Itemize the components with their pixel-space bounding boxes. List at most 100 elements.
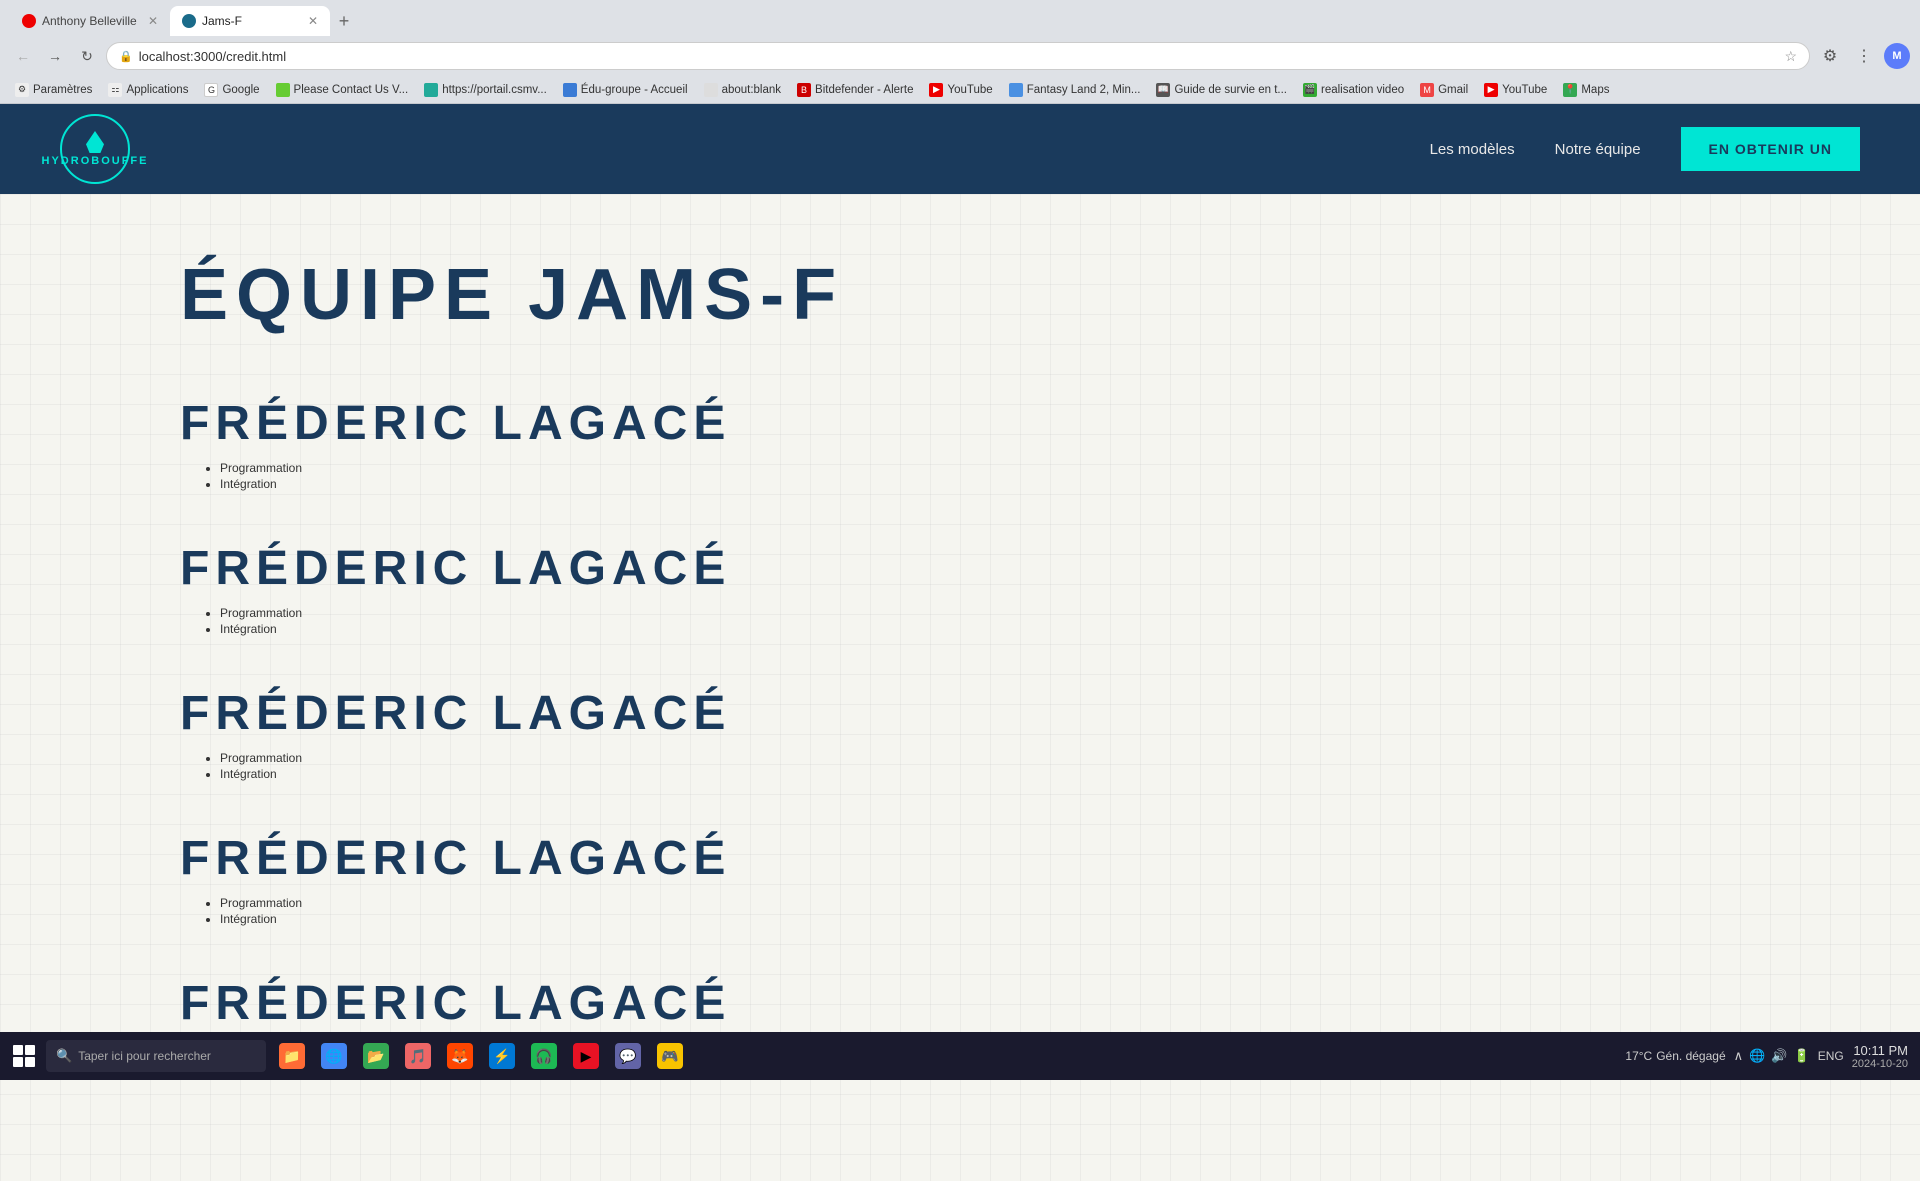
taskbar-app-3[interactable]: 📂	[356, 1036, 396, 1076]
bookmark-bitdefender[interactable]: B Bitdefender - Alerte	[790, 81, 920, 99]
member-name-4: FRÉDERIC LAGACÉ	[180, 831, 1740, 886]
member-name-2: FRÉDERIC LAGACÉ	[180, 541, 1740, 596]
weather-info: 17°C Gén. dégagé	[1625, 1049, 1725, 1063]
bookmark-icon-bitdefender: B	[797, 83, 811, 97]
bookmark-edu[interactable]: Édu-groupe - Accueil	[556, 81, 695, 99]
bookmark-label-about: about:blank	[722, 84, 781, 96]
bookmark-guide[interactable]: 📖 Guide de survie en t...	[1149, 81, 1294, 99]
logo-area[interactable]: HYDROBOUFFE	[60, 114, 130, 184]
tab-close-jams[interactable]: ✕	[308, 14, 318, 28]
bookmark-icon-fantasy	[1009, 83, 1023, 97]
bookmark-about[interactable]: about:blank	[697, 81, 788, 99]
bookmark-portail[interactable]: https://portail.csmv...	[417, 81, 554, 99]
bookmark-icon-realisation: 🎬	[1303, 83, 1317, 97]
volume-icon[interactable]: 🔊	[1771, 1048, 1787, 1064]
system-tray: ∧ 🌐 🔊 🔋	[1734, 1048, 1810, 1064]
nav-link-team[interactable]: Notre équipe	[1555, 141, 1641, 158]
tab-anthony[interactable]: Anthony Belleville ✕	[10, 6, 170, 36]
bookmark-icon-gmail: M	[1420, 83, 1434, 97]
tray-up-icon[interactable]: ∧	[1734, 1048, 1744, 1064]
taskbar-app-6[interactable]: ⚡	[482, 1036, 522, 1076]
bookmark-label-gmail: Gmail	[1438, 84, 1468, 96]
tab-label-jams: Jams-F	[202, 14, 242, 28]
bookmark-label-guide: Guide de survie en t...	[1174, 84, 1287, 96]
tab-jams[interactable]: Jams-F ✕	[170, 6, 330, 36]
bookmark-maps[interactable]: 📍 Maps	[1556, 81, 1616, 99]
member-role-3-1: Intégration	[220, 767, 1740, 781]
bookmark-yt1[interactable]: ▶ YouTube	[922, 81, 999, 99]
bookmark-fantasy[interactable]: Fantasy Land 2, Min...	[1002, 81, 1148, 99]
bookmark-applications[interactable]: ⚏ Applications	[101, 81, 195, 99]
logo-text: HYDROBOUFFE	[42, 155, 149, 167]
taskbar-app-9[interactable]: 💬	[608, 1036, 648, 1076]
taskbar-app-icon-1: 📁	[279, 1043, 305, 1069]
back-button[interactable]: ←	[10, 43, 36, 69]
weather-desc: Gén. dégagé	[1656, 1049, 1725, 1063]
date-display: 2024-10-20	[1852, 1058, 1908, 1070]
bookmark-gmail[interactable]: M Gmail	[1413, 81, 1475, 99]
forward-button[interactable]: →	[42, 43, 68, 69]
taskbar-app-5[interactable]: 🦊	[440, 1036, 480, 1076]
address-bar[interactable]: 🔒 localhost:3000/credit.html ☆	[106, 42, 1810, 70]
taskbar-app-7[interactable]: 🎧	[524, 1036, 564, 1076]
network-icon[interactable]: 🌐	[1749, 1048, 1765, 1064]
taskbar-app-10[interactable]: 🎮	[650, 1036, 690, 1076]
taskbar-app-icon-6: ⚡	[489, 1043, 515, 1069]
profile-button[interactable]: M	[1884, 43, 1910, 69]
bookmark-label-please: Please Contact Us V...	[294, 84, 409, 96]
taskbar-app-icon-3: 📂	[363, 1043, 389, 1069]
member-role-4-0: Programmation	[220, 896, 1740, 910]
bookmark-icon-about	[704, 83, 718, 97]
member-name-3: FRÉDERIC LAGACÉ	[180, 686, 1740, 741]
taskbar-app-4[interactable]: 🎵	[398, 1036, 438, 1076]
time-display: 10:11 PM	[1852, 1043, 1908, 1058]
tab-favicon-jams	[182, 14, 196, 28]
more-options-icon[interactable]: ⋮	[1850, 42, 1878, 70]
tab-close-anthony[interactable]: ✕	[148, 14, 158, 28]
taskbar-app-1[interactable]: 📁	[272, 1036, 312, 1076]
bookmark-label-realisation: realisation video	[1321, 84, 1404, 96]
lock-icon: 🔒	[119, 50, 133, 63]
taskbar-search[interactable]: 🔍 Taper ici pour rechercher	[46, 1040, 266, 1072]
bookmark-label-bitdefender: Bitdefender - Alerte	[815, 84, 913, 96]
member-roles-4: Programmation Intégration	[180, 896, 1740, 926]
bookmark-star-icon: ☆	[1784, 48, 1797, 65]
member-roles-1: Programmation Intégration	[180, 461, 1740, 491]
nav-link-models[interactable]: Les modèles	[1430, 141, 1515, 158]
bookmark-please[interactable]: Please Contact Us V...	[269, 81, 416, 99]
page-title: ÉQUIPE JAMS-F	[180, 254, 1740, 336]
battery-icon[interactable]: 🔋	[1794, 1048, 1810, 1064]
taskbar-app-icon-9: 💬	[615, 1043, 641, 1069]
extensions-icon[interactable]: ⚙	[1816, 42, 1844, 70]
new-tab-button[interactable]: +	[330, 7, 358, 35]
tab-favicon-anthony	[22, 14, 36, 28]
taskbar-right: 17°C Gén. dégagé ∧ 🌐 🔊 🔋 ENG 10:11 PM 20…	[1625, 1043, 1916, 1070]
bookmark-icon-yt2: ▶	[1484, 83, 1498, 97]
cta-button[interactable]: EN OBTENIR UN	[1681, 127, 1860, 171]
bookmark-icon-edu	[563, 83, 577, 97]
language-indicator[interactable]: ENG	[1818, 1049, 1844, 1063]
navbar: HYDROBOUFFE Les modèles Notre équipe EN …	[0, 104, 1920, 194]
taskbar-app-icon-5: 🦊	[447, 1043, 473, 1069]
bookmark-label-yt2: YouTube	[1502, 84, 1547, 96]
bookmark-label-google: Google	[222, 84, 259, 96]
bookmark-label-parametres: Paramètres	[33, 84, 92, 96]
bookmark-icon-yt1: ▶	[929, 83, 943, 97]
taskbar-app-icon-4: 🎵	[405, 1043, 431, 1069]
bookmark-label-fantasy: Fantasy Land 2, Min...	[1027, 84, 1141, 96]
address-bar-row: ← → ↻ 🔒 localhost:3000/credit.html ☆ ⚙ ⋮…	[0, 36, 1920, 76]
bookmark-yt2[interactable]: ▶ YouTube	[1477, 81, 1554, 99]
bookmark-realisation[interactable]: 🎬 realisation video	[1296, 81, 1411, 99]
reload-button[interactable]: ↻	[74, 43, 100, 69]
bookmark-google[interactable]: G Google	[197, 81, 266, 99]
start-button[interactable]	[4, 1036, 44, 1076]
member-roles-2: Programmation Intégration	[180, 606, 1740, 636]
bookmark-label-maps: Maps	[1581, 84, 1609, 96]
taskbar-app-8[interactable]: ▶	[566, 1036, 606, 1076]
taskbar-app-2[interactable]: 🌐	[314, 1036, 354, 1076]
address-text: localhost:3000/credit.html	[139, 49, 1779, 64]
nav-links: Les modèles Notre équipe EN OBTENIR UN	[1430, 127, 1860, 171]
bookmark-label-edu: Édu-groupe - Accueil	[581, 84, 688, 96]
bookmark-parametres[interactable]: ⚙ Paramètres	[8, 81, 99, 99]
taskbar-apps: 📁 🌐 📂 🎵 🦊 ⚡ 🎧 ▶ 💬 🎮	[272, 1036, 690, 1076]
